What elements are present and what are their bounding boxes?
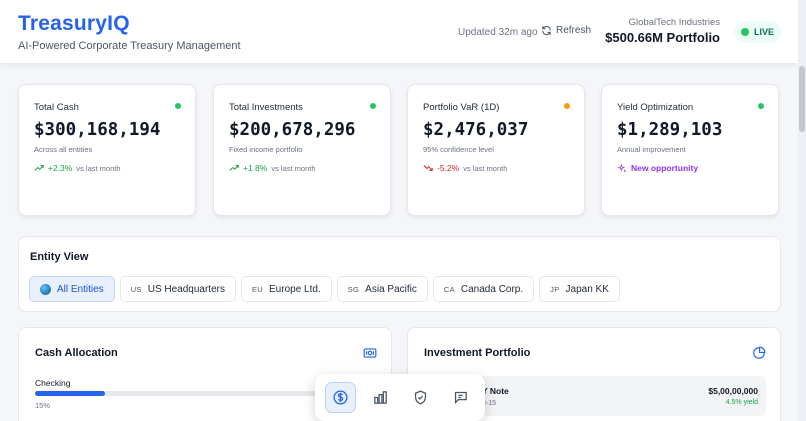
pie-chart-icon[interactable] — [752, 346, 766, 360]
entity-view-title: Entity View — [30, 251, 89, 263]
entity-chip-code: US — [130, 284, 142, 294]
toolbar-chat-button[interactable] — [445, 382, 476, 413]
portfolio-total: $500.66M Portfolio — [605, 30, 720, 45]
entity-chip-code: SG — [347, 284, 360, 294]
metric-label: Total Investments — [229, 102, 303, 113]
status-dot-icon — [758, 103, 764, 109]
investment-name: Y Note — [482, 386, 509, 396]
allocation-progress-track — [35, 391, 325, 396]
live-badge: LIVE — [734, 21, 781, 43]
live-label: LIVE — [753, 27, 774, 37]
metric-subtitle: 95% confidence level — [423, 145, 494, 154]
toolbar-cash-button[interactable] — [324, 382, 356, 413]
allocation-percent: 15% — [35, 401, 51, 410]
trend-up-icon — [229, 165, 239, 171]
metric-trend: New opportunity — [617, 163, 698, 173]
status-dot-icon — [564, 103, 570, 109]
metric-subtitle: Across all entities — [34, 145, 93, 154]
dollar-icon — [332, 390, 348, 405]
entity-chip-label: All Entities — [57, 283, 104, 295]
app-header: TreasuryIQ AI-Powered Corporate Treasury… — [0, 0, 798, 63]
scrollbar-thumb[interactable] — [799, 66, 805, 132]
trend-value: +1.8% — [243, 163, 268, 173]
refresh-icon — [542, 25, 551, 36]
toolbar-risk-button[interactable] — [405, 382, 436, 413]
entity-chip-jp[interactable]: JP Japan KK — [539, 276, 620, 302]
entity-chip-code: CA — [443, 284, 455, 294]
metric-value: $2,476,037 — [423, 120, 529, 140]
metric-subtitle: Fixed income portfolio — [229, 145, 303, 154]
trend-comparison: vs last month — [76, 163, 121, 173]
metric-value: $1,289,103 — [617, 120, 723, 140]
investment-yield: 4.5% yield — [725, 399, 758, 406]
metric-label: Portfolio VaR (1D) — [423, 102, 500, 113]
globe-icon — [40, 283, 51, 295]
banknote-icon[interactable] — [363, 346, 377, 360]
trend-comparison: vs last month — [271, 163, 316, 173]
trend-up-icon — [34, 165, 44, 171]
entity-chip-code: EU — [251, 284, 264, 294]
entity-view-panel: Entity View All Entities US US Headquart… — [18, 236, 781, 312]
metric-value: $300,168,194 — [34, 120, 161, 140]
status-dot-icon — [370, 103, 376, 109]
trend-comparison: vs last month — [463, 163, 508, 173]
entity-chip-label: Canada Corp. — [460, 283, 524, 295]
sparkles-icon — [617, 164, 627, 172]
allocation-label: Checking — [35, 378, 71, 388]
metric-card-yield-optimization[interactable]: Yield Optimization $1,289,103 Annual imp… — [601, 84, 779, 216]
brand-tagline: AI-Powered Corporate Treasury Management — [18, 40, 241, 52]
metric-label: Yield Optimization — [617, 102, 694, 113]
metric-card-total-investments[interactable]: Total Investments $200,678,296 Fixed inc… — [213, 84, 391, 216]
metric-trend: -5.2% vs last month — [423, 163, 507, 173]
metric-trend: +2.3% vs last month — [34, 163, 121, 173]
trend-value: +2.3% — [48, 163, 73, 173]
live-dot-icon — [740, 28, 749, 36]
trend-down-icon — [423, 165, 433, 171]
entity-chip-eu[interactable]: EU Europe Ltd. — [240, 276, 332, 302]
trend-value: -5.2% — [437, 163, 460, 173]
entity-chip-label: US Headquarters — [147, 283, 225, 295]
company-name: GlobalTech Industries — [628, 17, 720, 28]
metric-card-portfolio-var[interactable]: Portfolio VaR (1D) $2,476,037 95% confid… — [407, 84, 585, 216]
entity-filter-chips: All Entities US US Headquarters EU Europ… — [29, 276, 620, 302]
status-dot-icon — [175, 103, 181, 109]
last-updated: Updated 32m ago — [458, 27, 538, 38]
metric-value: $200,678,296 — [229, 120, 356, 140]
investment-portfolio-title: Investment Portfolio — [424, 347, 531, 359]
entity-chip-all[interactable]: All Entities — [29, 276, 115, 302]
chat-icon — [454, 391, 467, 404]
entity-chip-label: Asia Pacific — [365, 283, 417, 295]
entity-chip-label: Europe Ltd. — [269, 283, 321, 295]
cash-allocation-title: Cash Allocation — [35, 347, 118, 359]
trend-value: New opportunity — [631, 163, 699, 173]
floating-toolbar — [315, 374, 485, 421]
metric-card-total-cash[interactable]: Total Cash $300,168,194 Across all entit… — [18, 84, 196, 216]
metric-subtitle: Annual improvement — [617, 145, 686, 154]
investment-amount: $5,00,00,000 — [708, 386, 758, 396]
toolbar-analytics-button[interactable] — [365, 382, 396, 413]
page-scrollbar[interactable] — [798, 0, 806, 421]
allocation-progress-fill — [35, 391, 105, 396]
metric-label: Total Cash — [34, 102, 79, 113]
shield-icon — [414, 390, 426, 405]
entity-chip-sg[interactable]: SG Asia Pacific — [336, 276, 428, 302]
brand-logo: TreasuryIQ — [18, 12, 130, 35]
entity-chip-code: JP — [550, 284, 560, 294]
entity-chip-ca[interactable]: CA Canada Corp. — [432, 276, 535, 302]
bar-chart-icon — [373, 391, 387, 404]
entity-chip-us[interactable]: US US Headquarters — [119, 276, 236, 302]
entity-chip-label: Japan KK — [565, 283, 609, 295]
metric-trend: +1.8% vs last month — [229, 163, 316, 173]
